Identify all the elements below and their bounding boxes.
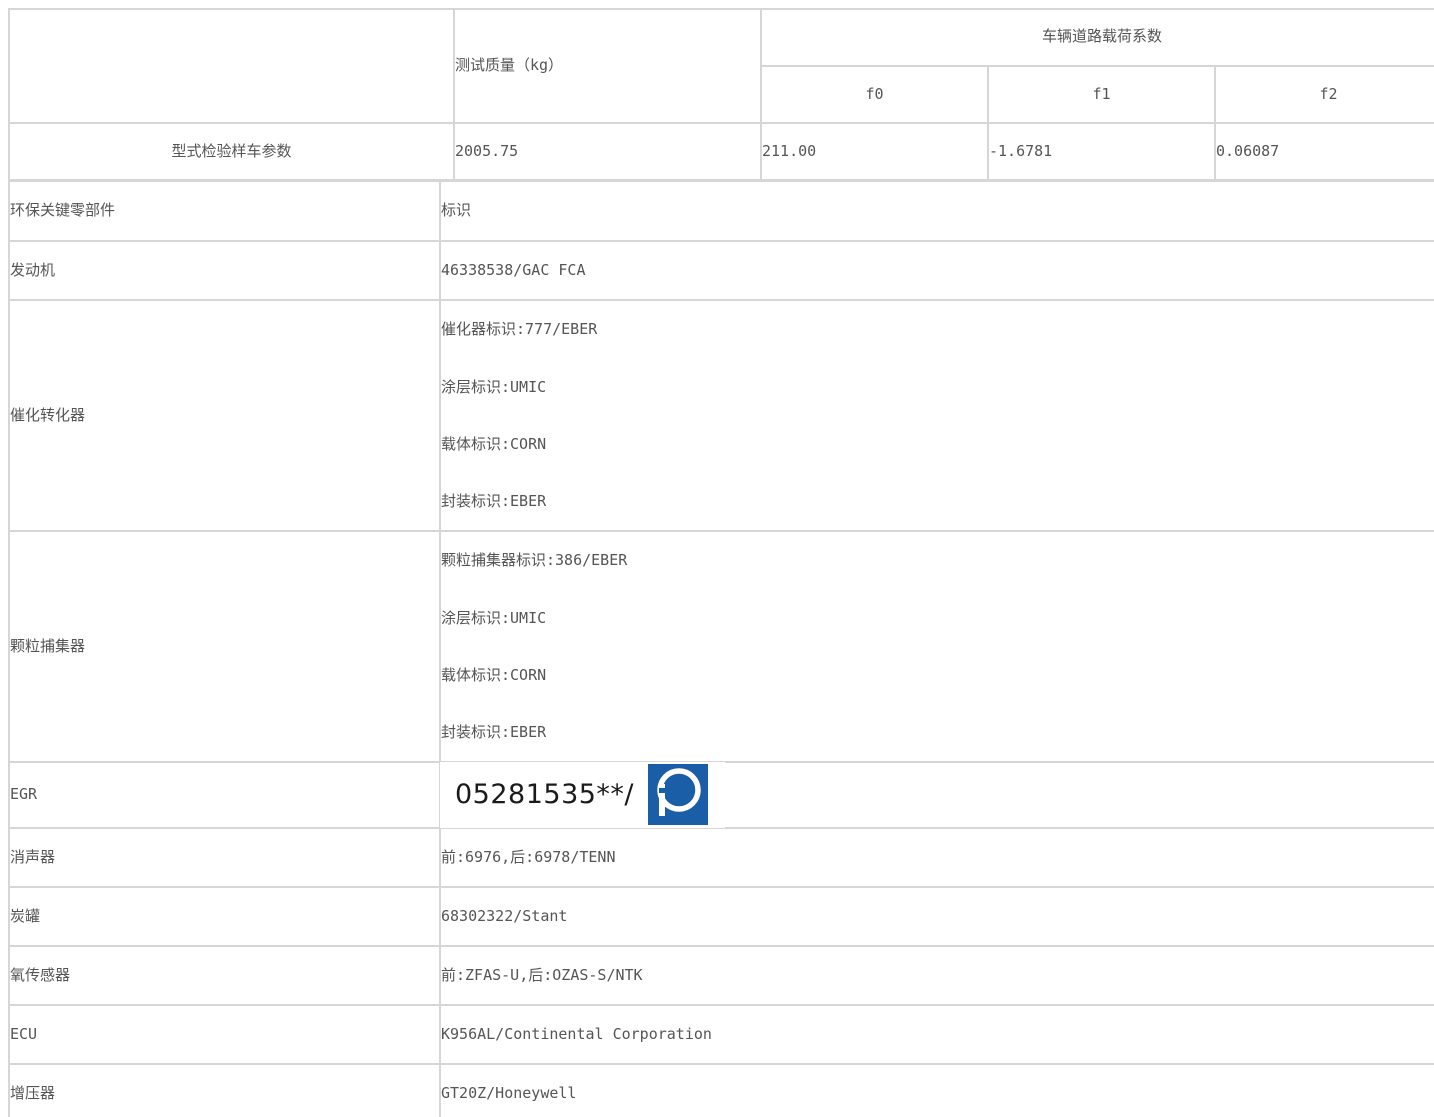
table1-col-divider-3 (987, 65, 989, 181)
p-logo-icon (648, 764, 708, 825)
turbocharger-value: GT20Z/Honeywell (441, 1084, 577, 1102)
table2-row-line (8, 530, 1434, 532)
ecu-label: ECU (10, 1025, 38, 1043)
particulate-filter-label: 颗粒捕集器 (10, 637, 86, 655)
road-load-coefficient-header: 车辆道路载荷系数 (1041, 27, 1162, 45)
muffler-value: 前:6976,后:6978/TENN (441, 848, 616, 866)
engine-label: 发动机 (10, 261, 56, 279)
muffler-label: 消声器 (10, 848, 56, 866)
f0-header: f0 (865, 85, 884, 103)
ecu-value: K956AL/Continental Corporation (441, 1025, 712, 1043)
oxygen-sensor-label: 氧传感器 (10, 966, 71, 984)
filter-coating-marking: 涂层标识:UMIC (441, 609, 547, 627)
test-mass-header: 测试质量（kg） (455, 56, 564, 74)
f2-header: f2 (1319, 85, 1338, 103)
table1-border-mid (760, 65, 1434, 67)
turbocharger-label: 增压器 (10, 1084, 56, 1102)
table2-border-top (8, 181, 1434, 182)
component-header: 环保关键零部件 (10, 201, 116, 219)
table1-col-divider-4 (1214, 65, 1216, 181)
test-mass-value: 2005.75 (455, 142, 519, 160)
table2-row-line (8, 299, 1434, 301)
catalytic-converter-label: 催化转化器 (10, 406, 86, 424)
egr-marking-code: 05281535**/ (455, 779, 635, 810)
marking-header: 标识 (441, 201, 472, 219)
filter-substrate-marking: 载体标识:CORN (441, 666, 547, 684)
f1-header: f1 (1092, 85, 1111, 103)
table1-border-top (8, 8, 1434, 10)
carbon-canister-label: 炭罐 (10, 907, 41, 925)
table2-row-line (8, 1063, 1434, 1065)
egr-label: EGR (10, 785, 38, 803)
filter-canning-marking: 封装标识:EBER (441, 723, 547, 741)
catalyst-canning-marking: 封装标识:EBER (441, 492, 547, 510)
catalyst-marking: 催化器标识:777/EBER (441, 320, 598, 338)
type-test-sample-label: 型式检验样车参数 (171, 142, 292, 160)
table1-border-header-bottom (8, 122, 1434, 124)
egr-marking-image: 05281535**/ (440, 762, 725, 828)
table2-row-line (8, 1004, 1434, 1006)
table2-row-line (8, 240, 1434, 242)
catalyst-coating-marking: 涂层标识:UMIC (441, 378, 547, 396)
table2-row-line (8, 945, 1434, 947)
engine-value: 46338538/GAC FCA (441, 261, 586, 279)
f2-value: 0.06087 (1216, 142, 1280, 160)
oxygen-sensor-value: 前:ZFAS-U,后:OZAS-S/NTK (441, 966, 643, 984)
filter-marking: 颗粒捕集器标识:386/EBER (441, 551, 628, 569)
f1-value: -1.6781 (989, 142, 1053, 160)
f0-value: 211.00 (762, 142, 817, 160)
table2-row-line (8, 886, 1434, 888)
carbon-canister-value: 68302322/Stant (441, 907, 568, 925)
catalyst-substrate-marking: 载体标识:CORN (441, 435, 547, 453)
